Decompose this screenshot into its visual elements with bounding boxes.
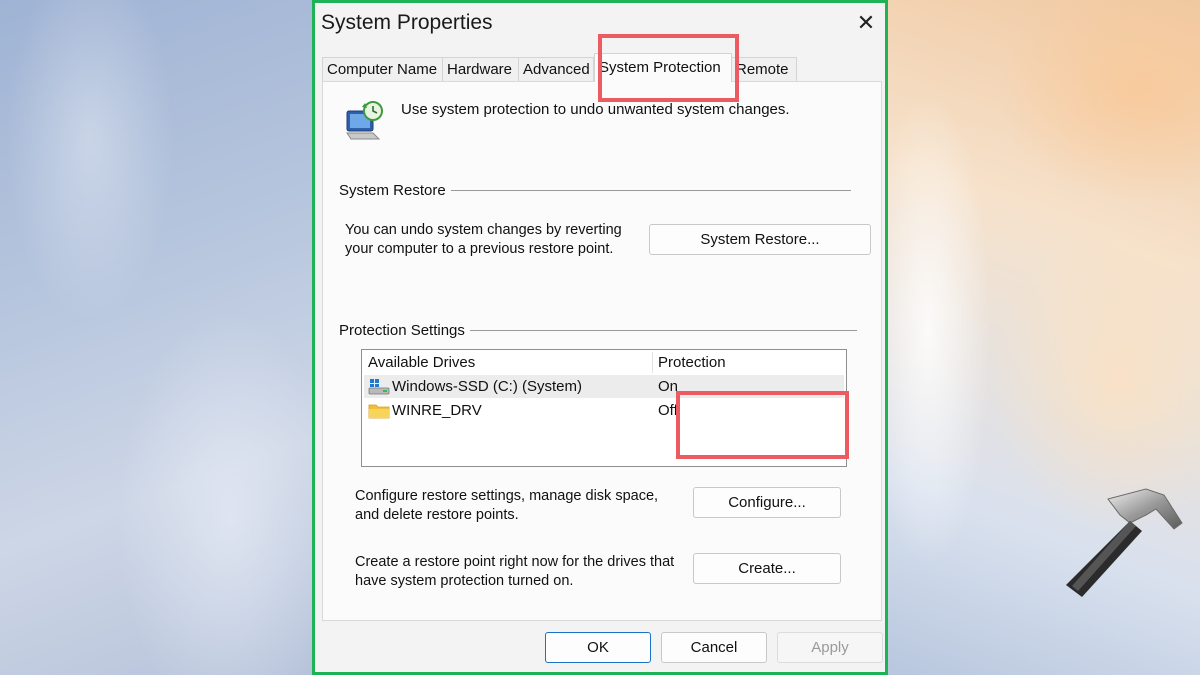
cancel-button[interactable]: Cancel [661,632,767,663]
create-button[interactable]: Create... [693,553,841,584]
tab-advanced[interactable]: Advanced [518,57,594,81]
close-icon[interactable]: ✕ [851,11,881,37]
drive-row-windows-ssd[interactable]: Windows-SSD (C:) (System) On [364,375,844,398]
desktop-wallpaper-left [0,0,312,675]
tab-remote[interactable]: Remote [731,57,797,81]
column-header-protection[interactable]: Protection [658,354,726,371]
configure-description-line2: and delete restore points. [355,507,519,523]
system-properties-dialog: System Properties ✕ Computer Name Hardwa… [312,0,888,675]
drive-row-winre[interactable]: WINRE_DRV Off [364,399,844,422]
system-protection-icon [346,101,383,140]
window-title: System Properties [321,11,493,34]
configure-button[interactable]: Configure... [693,487,841,518]
system-restore-button[interactable]: System Restore... [649,224,871,255]
drive-protection-status: Off [658,402,678,419]
column-separator[interactable] [652,352,653,373]
tab-strip: Computer Name Hardware Advanced System P… [322,53,882,82]
apply-button[interactable]: Apply [777,632,883,663]
column-header-available-drives[interactable]: Available Drives [368,354,475,371]
tab-computer-name[interactable]: Computer Name [322,57,443,81]
protection-settings-group-label: Protection Settings [339,322,470,339]
drive-name: WINRE_DRV [392,402,482,419]
folder-drive-icon [368,404,390,419]
hammer-logo-icon [1066,488,1183,597]
system-restore-description-line2: your computer to a previous restore poin… [345,241,614,257]
create-description-line1: Create a restore point right now for the… [355,554,675,570]
tab-hardware[interactable]: Hardware [442,57,519,81]
tab-system-protection[interactable]: System Protection [594,53,732,82]
drive-protection-status: On [658,378,679,395]
create-description-line2: have system protection turned on. [355,573,574,589]
available-drives-list[interactable]: Available Drives Protection Windows-SSD … [361,349,847,467]
title-bar[interactable]: System Properties ✕ [315,3,885,47]
ok-button[interactable]: OK [545,632,651,663]
header-description: Use system protection to undo unwanted s… [401,101,790,118]
system-protection-panel: Use system protection to undo unwanted s… [322,81,882,621]
system-restore-group-label: System Restore [339,182,451,199]
windows-drive-icon [368,379,390,395]
configure-description-line1: Configure restore settings, manage disk … [355,488,659,504]
system-restore-description-line1: You can undo system changes by reverting [345,222,622,238]
drive-name: Windows-SSD (C:) (System) [392,378,583,395]
